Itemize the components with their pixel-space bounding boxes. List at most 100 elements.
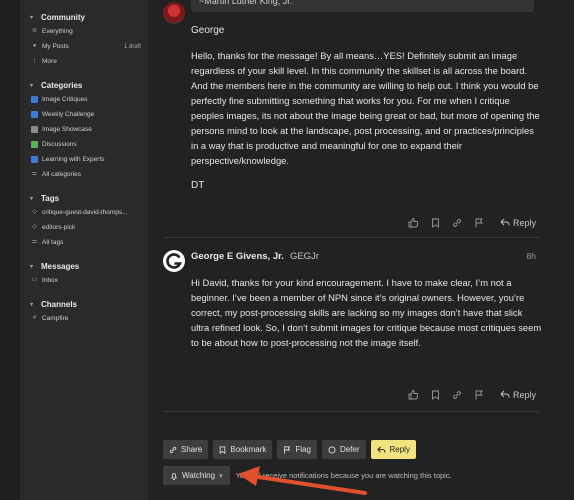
sidebar-item-label: Weekly Challenge	[42, 111, 95, 118]
flag-icon[interactable]	[474, 217, 485, 228]
reply-icon	[500, 218, 510, 226]
author-name[interactable]: George E Givens, Jr.	[191, 251, 284, 262]
sidebar-edge	[0, 0, 20, 500]
category-color-swatch	[31, 126, 38, 133]
reply-button[interactable]: Reply	[500, 218, 536, 228]
author-username[interactable]: GEGJr	[290, 251, 319, 262]
reply-label: Reply	[512, 217, 536, 228]
post-divider	[163, 237, 539, 238]
sidebar-item-label: Inbox	[42, 277, 58, 284]
draft-count: 1 draft	[123, 43, 141, 50]
post-body: Hi David, thanks for your kind encourage…	[191, 277, 542, 348]
category-color-swatch	[31, 156, 38, 163]
user-icon: ●	[32, 43, 37, 49]
reply-button[interactable]: Reply	[370, 440, 416, 459]
sidebar-item-all-categories[interactable]: ☰ All categories	[31, 171, 141, 178]
post-actions: Reply	[408, 217, 536, 228]
bookmark-button[interactable]: Bookmark	[213, 440, 273, 459]
link-icon	[169, 446, 177, 453]
bookmark-icon[interactable]	[430, 217, 441, 228]
post-actions: Reply	[408, 389, 536, 400]
category-color-swatch	[31, 96, 38, 103]
sidebar-item-tag-critique-guest[interactable]: ◇ critique-guest-david-thomps...	[31, 209, 141, 216]
sidebar-item-discussions[interactable]: Discussions	[31, 141, 141, 148]
section-channels[interactable]: ▾ Channels	[30, 300, 77, 309]
section-categories[interactable]: ▾ Categories	[30, 81, 82, 90]
post-signature: DT	[191, 180, 205, 191]
sidebar-item-label: Campfire	[42, 315, 69, 322]
sidebar-item-image-critiques[interactable]: Image Critiques	[31, 96, 141, 103]
bell-icon	[170, 472, 178, 480]
share-button[interactable]: Share	[163, 440, 209, 459]
list-icon: ☰	[31, 239, 38, 245]
section-messages[interactable]: ▾ Messages	[30, 262, 79, 271]
flag-icon	[284, 445, 291, 454]
button-label: Share	[181, 445, 203, 454]
avatar[interactable]	[163, 2, 185, 24]
notifications-button[interactable]: Watching ▾	[163, 466, 230, 485]
chevron-down-icon: ▾	[30, 83, 34, 89]
post-greeting: George	[191, 25, 225, 36]
link-icon[interactable]	[452, 389, 463, 400]
section-community[interactable]: ▾ Community	[30, 13, 85, 22]
sidebar-item-all-tags[interactable]: ☰ All tags	[31, 239, 141, 246]
sidebar: ▾ Community ≋ Everything ● My Posts 1 dr…	[0, 0, 148, 500]
flag-button[interactable]: Flag	[277, 440, 317, 459]
button-label: Reply	[389, 445, 410, 454]
reply-label: Reply	[512, 389, 536, 400]
chevron-down-icon: ▾	[219, 472, 223, 480]
post-author: George E Givens, Jr. GEGJr	[191, 251, 319, 262]
section-title: Messages	[41, 262, 80, 271]
tag-icon: ◇	[32, 224, 37, 230]
chevron-down-icon: ▾	[30, 196, 34, 202]
hash-icon: #	[32, 315, 37, 321]
sidebar-item-label: editors-pick	[42, 224, 76, 231]
sidebar-item-label: Image Critiques	[42, 96, 88, 103]
sidebar-item-label: All categories	[42, 171, 82, 178]
sidebar-item-label: Image Showcase	[42, 126, 92, 133]
sidebar-item-label: More	[42, 58, 57, 65]
sidebar-item-learning-with-experts[interactable]: Learning with Experts	[31, 156, 141, 163]
sidebar-item-image-showcase[interactable]: Image Showcase	[31, 126, 141, 133]
topic-footer-buttons: Share Bookmark Flag Defer Reply	[163, 440, 416, 459]
like-icon[interactable]	[408, 217, 419, 228]
bookmark-icon[interactable]	[430, 389, 441, 400]
post-age[interactable]: 8h	[527, 251, 536, 261]
reply-icon	[376, 446, 386, 453]
button-label: Bookmark	[230, 445, 267, 454]
avatar[interactable]	[163, 250, 185, 272]
quote-block: ~Martin Luther King, Jr.	[191, 0, 534, 12]
reply-button[interactable]: Reply	[500, 390, 536, 400]
sidebar-item-tag-editors-pick[interactable]: ◇ editors-pick	[31, 224, 141, 231]
link-icon[interactable]	[452, 217, 463, 228]
topic-stream: ~Martin Luther King, Jr. George Hello, t…	[148, 0, 574, 500]
sidebar-item-everything[interactable]: ≋ Everything	[31, 28, 141, 35]
avatar-letter-icon	[166, 253, 182, 269]
layers-icon: ≋	[31, 28, 38, 34]
sidebar-item-inbox[interactable]: ▭ Inbox	[31, 277, 141, 284]
post-divider	[163, 411, 539, 412]
flag-icon[interactable]	[474, 389, 485, 400]
section-title: Community	[41, 13, 85, 22]
like-icon[interactable]	[408, 389, 419, 400]
sidebar-item-campfire[interactable]: # Campfire	[31, 315, 141, 322]
tag-icon: ◇	[32, 209, 37, 215]
sidebar-item-more[interactable]: ⋮ More	[31, 58, 141, 65]
defer-button[interactable]: Defer	[321, 440, 366, 459]
more-icon: ⋮	[31, 58, 38, 64]
annotation-arrow	[238, 466, 367, 495]
section-title: Categories	[41, 81, 83, 90]
chevron-down-icon: ▾	[30, 15, 34, 21]
section-tags[interactable]: ▾ Tags	[30, 194, 59, 203]
chevron-down-icon: ▾	[30, 264, 34, 270]
category-color-swatch	[31, 111, 38, 118]
sidebar-item-label: Discussions	[42, 141, 77, 148]
list-icon: ☰	[31, 171, 38, 177]
sidebar-item-weekly-challenge[interactable]: Weekly Challenge	[31, 111, 141, 118]
circle-icon	[328, 446, 336, 453]
sidebar-item-label: Learning with Experts	[42, 156, 105, 163]
post-body: Hello, thanks for the message! By all me…	[191, 50, 540, 166]
section-title: Tags	[41, 194, 60, 203]
sidebar-item-my-posts[interactable]: ● My Posts 1 draft	[31, 43, 141, 50]
section-title: Channels	[41, 300, 78, 309]
